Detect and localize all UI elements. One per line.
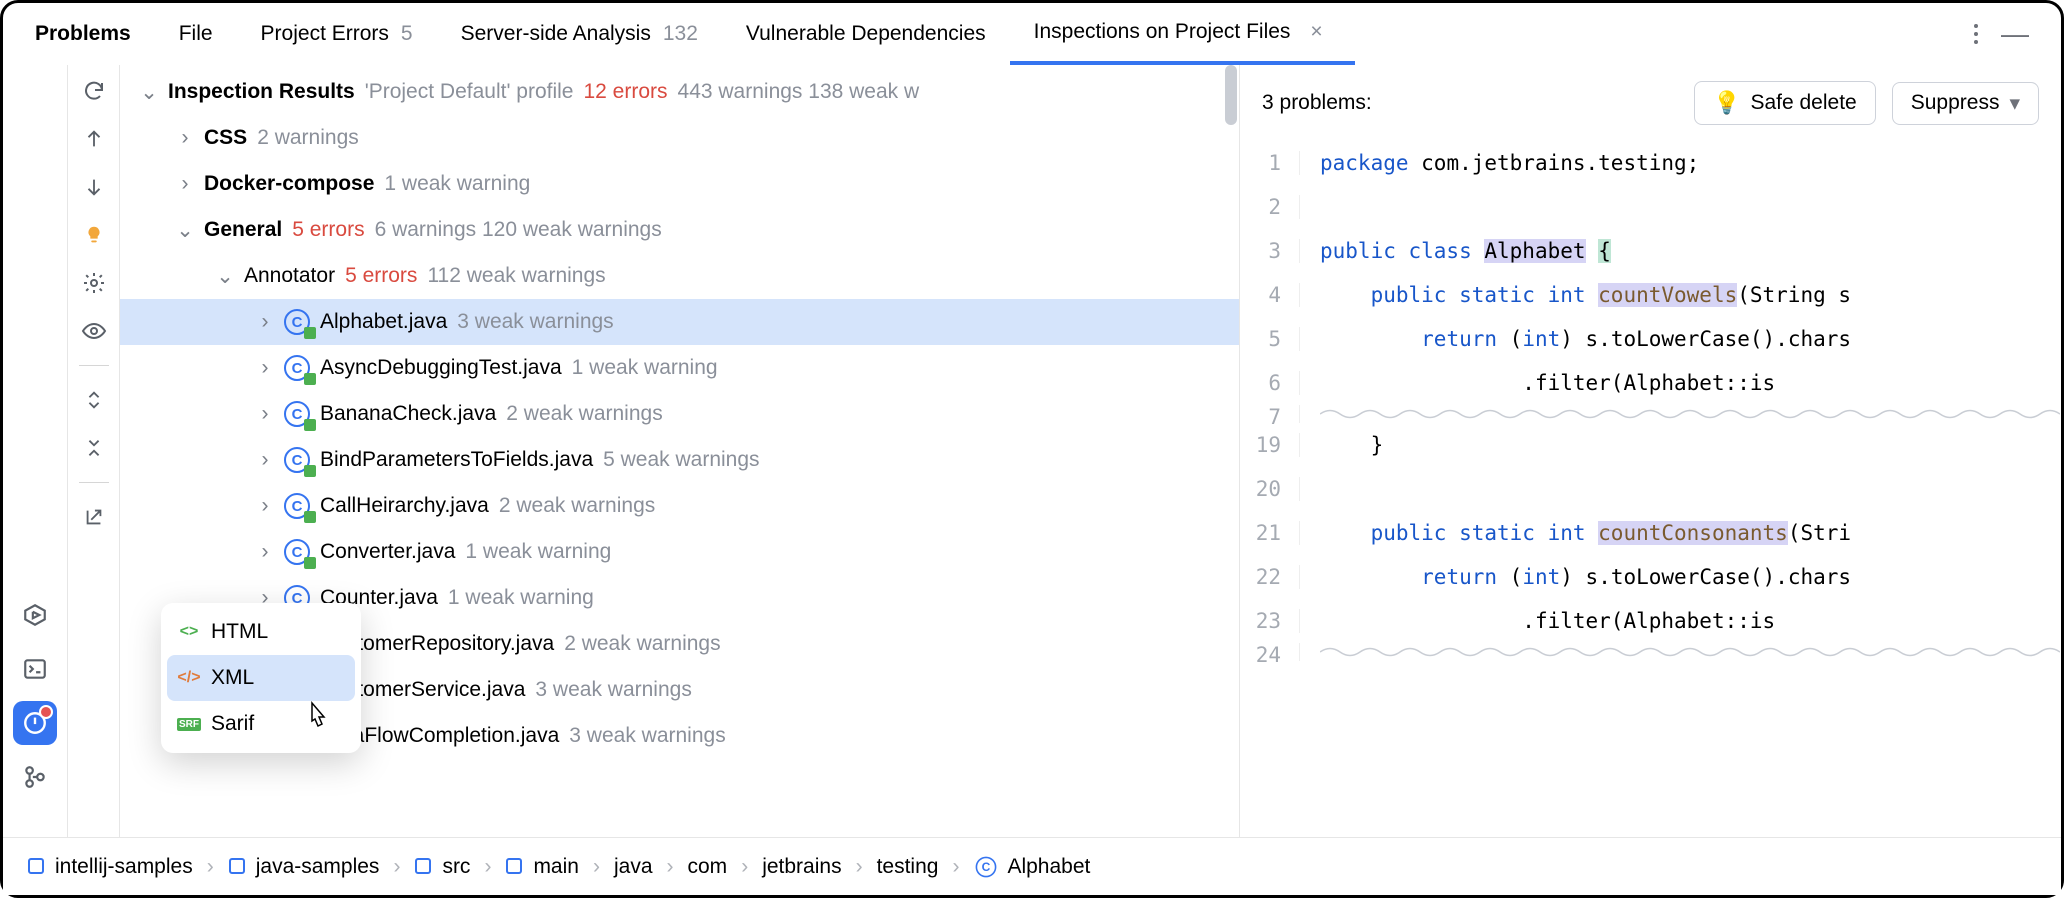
chevron-right-icon: › <box>256 356 274 380</box>
tree-file[interactable]: › C BindParametersToFields.java5 weak wa… <box>120 437 1239 483</box>
breadcrumb: intellij-samples› java-samples› src› mai… <box>3 837 2061 895</box>
java-class-icon: C <box>284 309 310 335</box>
crumb[interactable]: main <box>533 855 579 879</box>
vcs-icon[interactable] <box>13 755 57 799</box>
tree-root[interactable]: ⌄ Inspection Results 'Project Default' p… <box>120 69 1239 115</box>
fold-divider-icon <box>1320 407 2060 421</box>
crumb[interactable]: jetbrains <box>762 855 841 879</box>
java-class-icon: C <box>284 493 310 519</box>
code-preview[interactable]: 1package com.jetbrains.testing; 2 3publi… <box>1240 141 2061 837</box>
crumb[interactable]: src <box>442 855 470 879</box>
sarif-icon: SRF <box>177 718 201 731</box>
tree-file[interactable]: › C CallHeirarchy.java2 weak warnings <box>120 483 1239 529</box>
chevron-right-icon: › <box>256 540 274 564</box>
tab-vulnerable-dependencies[interactable]: Vulnerable Dependencies <box>722 3 1010 65</box>
chevron-right-icon: › <box>256 402 274 426</box>
separator <box>79 482 109 483</box>
preview-icon[interactable] <box>76 313 112 349</box>
java-class-icon: C <box>976 856 997 877</box>
close-icon[interactable]: × <box>1302 20 1330 44</box>
previous-icon[interactable] <box>76 121 112 157</box>
settings-icon[interactable] <box>76 265 112 301</box>
chevron-right-icon: › <box>256 494 274 518</box>
html-icon: <> <box>177 623 201 641</box>
xml-icon: </> <box>177 669 201 687</box>
tree-group-general[interactable]: ⌄ General 5 errors 6 warnings 120 weak w… <box>120 207 1239 253</box>
tree-file[interactable]: › C BananaCheck.java2 weak warnings <box>120 391 1239 437</box>
crumb[interactable]: com <box>688 855 728 879</box>
tab-file[interactable]: File <box>155 3 237 65</box>
terminal-icon[interactable] <box>13 647 57 691</box>
export-icon[interactable] <box>76 499 112 535</box>
tab-server-side-analysis[interactable]: Server-side Analysis132 <box>437 3 722 65</box>
chevron-down-icon: ▾ <box>2009 91 2020 116</box>
services-icon[interactable] <box>13 593 57 637</box>
tree-file[interactable]: › C Converter.java1 weak warning <box>120 529 1239 575</box>
export-dropdown: <> HTML </> XML SRF Sarif <box>161 603 361 753</box>
fold-divider-icon <box>1320 645 2060 659</box>
crumb[interactable]: Alphabet <box>1007 855 1090 879</box>
suppress-button[interactable]: Suppress ▾ <box>1892 82 2039 125</box>
problem-count: 3 problems: <box>1262 91 1372 115</box>
problems-icon[interactable] <box>13 701 57 745</box>
module-icon <box>27 857 47 877</box>
crumb[interactable]: java <box>614 855 653 879</box>
scrollbar-thumb[interactable] <box>1225 65 1237 125</box>
export-xml[interactable]: </> XML <box>167 655 355 701</box>
more-icon[interactable] <box>1957 22 1989 46</box>
safe-delete-button[interactable]: 💡 Safe delete <box>1694 81 1876 125</box>
next-icon[interactable] <box>76 169 112 205</box>
crumb[interactable]: java-samples <box>256 855 380 879</box>
chevron-down-icon: ⌄ <box>140 80 158 105</box>
expand-all-icon[interactable] <box>76 382 112 418</box>
java-class-icon: C <box>284 539 310 565</box>
folder-icon <box>414 857 434 877</box>
refresh-icon[interactable] <box>76 73 112 109</box>
tree-group-annotator[interactable]: ⌄ Annotator 5 errors 112 weak warnings <box>120 253 1239 299</box>
chevron-right-icon: › <box>256 310 274 334</box>
folder-icon <box>505 857 525 877</box>
tree-group-docker[interactable]: › Docker-compose 1 weak warning <box>120 161 1239 207</box>
chevron-right-icon: › <box>176 172 194 196</box>
tree-file-alphabet[interactable]: › C Alphabet.java 3 weak warnings <box>120 299 1239 345</box>
tab-inspections-on-project-files[interactable]: Inspections on Project Files× <box>1010 3 1355 65</box>
tree-file[interactable]: › C AsyncDebuggingTest.java1 weak warnin… <box>120 345 1239 391</box>
java-class-icon: C <box>284 447 310 473</box>
tab-project-errors[interactable]: Project Errors5 <box>237 3 437 65</box>
bulb-icon: 💡 <box>1713 90 1740 116</box>
java-class-icon: C <box>284 401 310 427</box>
crumb[interactable]: testing <box>877 855 939 879</box>
separator <box>79 365 109 366</box>
java-class-icon: C <box>284 355 310 381</box>
intention-bulb-icon[interactable] <box>76 217 112 253</box>
export-html[interactable]: <> HTML <box>167 609 355 655</box>
module-icon <box>228 857 248 877</box>
tab-problems[interactable]: Problems <box>11 3 155 65</box>
chevron-right-icon: › <box>256 448 274 472</box>
crumb[interactable]: intellij-samples <box>55 855 193 879</box>
chevron-right-icon: › <box>176 126 194 150</box>
minimize-icon[interactable]: — <box>1989 18 2041 50</box>
pointer-cursor-icon <box>303 701 331 733</box>
chevron-down-icon: ⌄ <box>216 264 234 289</box>
collapse-all-icon[interactable] <box>76 430 112 466</box>
chevron-down-icon: ⌄ <box>176 218 194 243</box>
tree-group-css[interactable]: › CSS 2 warnings <box>120 115 1239 161</box>
